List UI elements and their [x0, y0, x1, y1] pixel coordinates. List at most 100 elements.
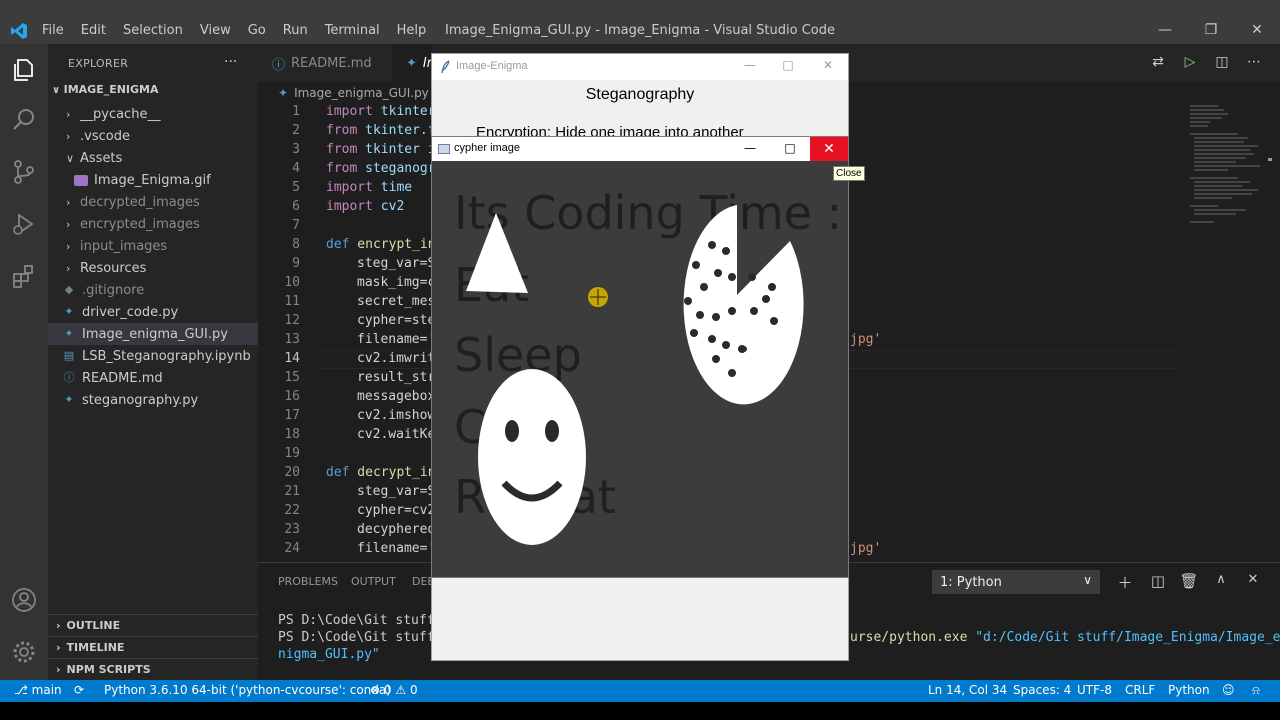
tree-item-encrypted-images[interactable]: › encrypted_images	[66, 213, 258, 235]
chevron-down-icon: ∨	[1083, 573, 1092, 587]
cv-maximize-icon[interactable]: □	[782, 141, 798, 157]
close-tooltip: Close	[833, 166, 865, 181]
feedback-icon[interactable]: ☺	[1222, 683, 1235, 697]
image-text-line: Its Coding Time :	[454, 186, 842, 240]
editor-more-icon[interactable]: ⋯	[1244, 54, 1264, 74]
tree-item-resources[interactable]: › Resources	[66, 257, 258, 279]
identifier: tkinter	[372, 104, 436, 119]
tree-item-decrypted-images[interactable]: › decrypted_images	[66, 191, 258, 213]
tree-item-steganography[interactable]: ✦ steganography.py	[62, 389, 258, 411]
files-icon[interactable]	[10, 56, 38, 84]
code-line: cypher=cv2	[357, 503, 436, 518]
menu-run[interactable]: Run	[283, 23, 308, 38]
encoding[interactable]: UTF-8	[1077, 683, 1112, 697]
minimize-icon[interactable]: —	[1156, 22, 1174, 40]
identifier: steganogr	[357, 161, 436, 176]
identifier: cv2	[372, 199, 405, 214]
menu-go[interactable]: Go	[248, 23, 266, 38]
tab-output[interactable]: OUTPUT	[351, 575, 396, 588]
vscode-logo-icon	[11, 23, 27, 39]
tree-item-readme[interactable]: ⓘ README.md	[62, 367, 258, 389]
sync-icon[interactable]: ⟳	[74, 683, 84, 697]
tk-minimize-icon[interactable]: —	[742, 58, 758, 74]
language-mode[interactable]: Python	[1168, 683, 1210, 697]
tree-item-vscode[interactable]: › .vscode	[66, 125, 258, 147]
search-icon[interactable]	[10, 106, 38, 134]
source-control-icon[interactable]	[10, 158, 38, 186]
tree-item-pycache[interactable]: › __pycache__	[66, 103, 258, 125]
line-number: 10	[284, 275, 300, 290]
minimap[interactable]	[1188, 104, 1272, 244]
terminal-script-path: "d:/Code/Git stuff/Image_Enigma/Image_e	[967, 630, 1280, 645]
split-terminal-icon[interactable]: ◫	[1148, 572, 1168, 592]
menu-selection[interactable]: Selection	[123, 23, 183, 38]
tab-readme[interactable]: ⓘ README.md	[258, 44, 392, 82]
tk-close-icon[interactable]: ✕	[820, 58, 836, 74]
maximize-panel-icon[interactable]: ∧	[1211, 572, 1231, 592]
tab-problems[interactable]: PROBLEMS	[278, 575, 338, 588]
more-actions-icon[interactable]: ···	[224, 54, 237, 70]
timeline-section[interactable]: › TIMELINE	[48, 636, 258, 658]
tree-item-lsb-notebook[interactable]: ▤ LSB_Steganography.ipynb	[62, 345, 258, 367]
menu-view[interactable]: View	[200, 23, 231, 38]
extensions-icon[interactable]	[10, 262, 38, 290]
close-panel-icon[interactable]: ✕	[1243, 572, 1263, 592]
title-bar: File Edit Selection View Go Run Terminal…	[0, 0, 1280, 44]
cypher-image-titlebar[interactable]: cypher image — □ ✕	[432, 137, 848, 161]
image-enigma-titlebar[interactable]: Image-Enigma — □ ✕	[432, 54, 848, 80]
menu-file[interactable]: File	[42, 23, 64, 38]
tab-image-enigma-gui[interactable]: ✦Im	[392, 44, 439, 82]
cv-minimize-icon[interactable]: —	[742, 141, 758, 157]
menu-edit[interactable]: Edit	[81, 23, 106, 38]
close-window-icon[interactable]: ✕	[1248, 22, 1266, 40]
line-ending[interactable]: CRLF	[1125, 683, 1155, 697]
terminal-select-value: 1: Python	[940, 574, 1002, 590]
split-editor-icon[interactable]: ◫	[1212, 54, 1232, 74]
python-file-icon: ✦	[64, 305, 74, 318]
python-interpreter[interactable]: Python 3.6.10 64-bit ('python-cvcourse':…	[104, 683, 391, 697]
cypher-image-canvas[interactable]: Its Coding Time : Eat Sleep Code Repeat	[432, 161, 848, 577]
run-file-icon[interactable]: ▷	[1180, 54, 1200, 74]
workspace-root[interactable]: ∨ IMAGE_ENIGMA	[52, 83, 159, 96]
tab-label: README.md	[291, 55, 372, 71]
tk-maximize-icon[interactable]: □	[780, 58, 796, 74]
run-debug-icon[interactable]	[10, 210, 38, 238]
cv-close-button[interactable]: ✕	[810, 137, 848, 161]
error-count: 0	[383, 683, 392, 697]
line-number: 20	[284, 465, 300, 480]
tree-item-driver-code[interactable]: ✦ driver_code.py	[62, 301, 258, 323]
account-icon[interactable]	[10, 586, 38, 614]
restore-icon[interactable]: ❐	[1202, 22, 1220, 40]
line-number: 2	[292, 123, 300, 138]
cursor-position[interactable]: Ln 14, Col 34	[928, 683, 1007, 697]
keyword: from	[326, 142, 358, 157]
trash-icon[interactable]: 🗑	[1179, 572, 1199, 592]
git-branch[interactable]: ⎇ main	[14, 683, 62, 697]
code-line: filename='	[357, 541, 436, 556]
code-line: filename='	[357, 332, 436, 347]
warning-count: 0	[409, 683, 418, 697]
menu-terminal[interactable]: Terminal	[325, 23, 380, 38]
new-terminal-icon[interactable]: ＋	[1115, 572, 1135, 592]
gitignore-file-icon: ◆	[64, 283, 74, 296]
tree-item-image-enigma-gui[interactable]: ✦ Image_enigma_GUI.py	[48, 323, 258, 345]
terminal-select[interactable]: 1: Python ∨	[932, 570, 1100, 594]
breadcrumb-file[interactable]: Image_enigma_GUI.py	[294, 86, 429, 100]
tree-item-assets[interactable]: ∨ Assets	[66, 147, 258, 169]
tree-item-label: Assets	[80, 150, 123, 166]
code-line: steg_var=S	[357, 484, 436, 499]
image-enigma-title: Image-Enigma	[456, 60, 528, 72]
tree-item-input-images[interactable]: › input_images	[66, 235, 258, 257]
tree-item-image-enigma-gif[interactable]: Image_Enigma.gif	[74, 169, 258, 191]
outline-section[interactable]: › OUTLINE	[48, 614, 258, 636]
tree-item-gitignore[interactable]: ◆ .gitignore	[62, 279, 258, 301]
problems-status[interactable]: ⊗ 0 ⚠ 0	[370, 683, 418, 697]
indentation[interactable]: Spaces: 4	[1013, 683, 1071, 697]
menu-help[interactable]: Help	[397, 23, 427, 38]
notifications-bell-icon[interactable]: ⍾	[1252, 683, 1260, 698]
npm-scripts-section[interactable]: › NPM SCRIPTS	[48, 658, 258, 680]
compare-changes-icon[interactable]: ⇄	[1148, 54, 1168, 74]
manage-gear-icon[interactable]	[10, 638, 38, 666]
line-number: 19	[284, 446, 300, 461]
code-line: from tkinter i	[326, 142, 436, 157]
